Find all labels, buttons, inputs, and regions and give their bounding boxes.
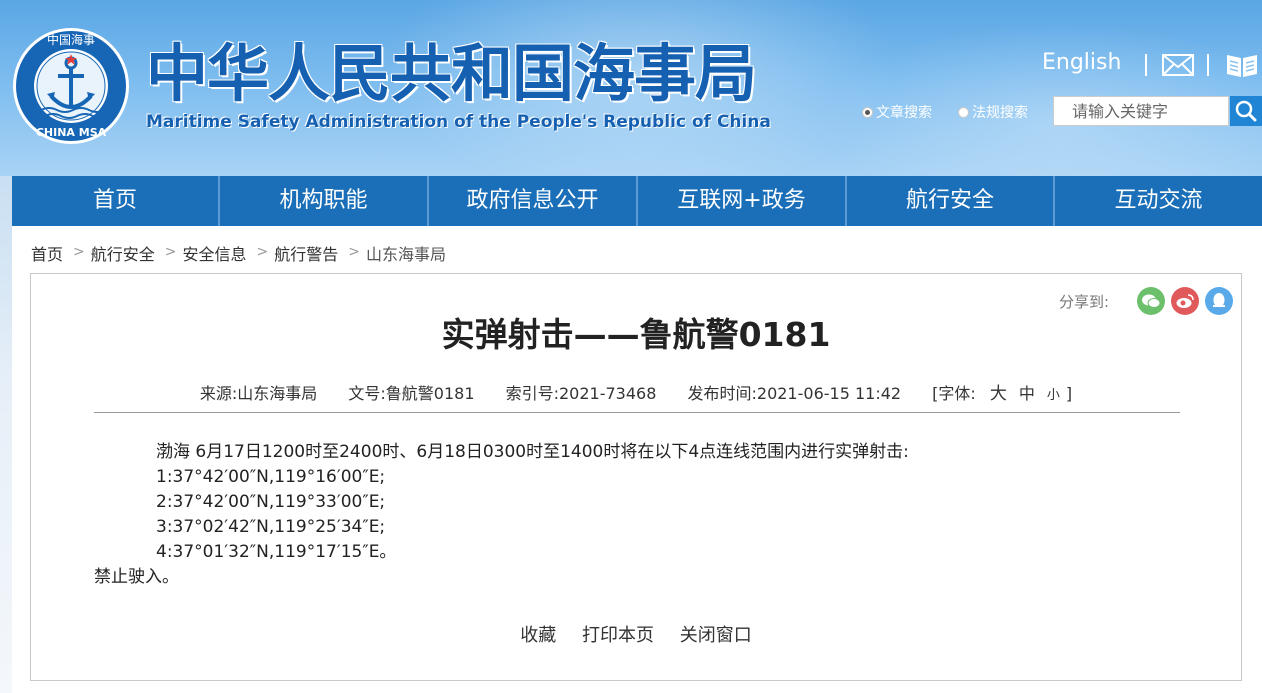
radio-label: 文章搜索	[876, 105, 932, 121]
body-closing: 禁止驶入。	[94, 567, 179, 587]
font-large-button[interactable]: 大	[990, 384, 1007, 404]
site-header: 中国海事 CHINA MSA 中华人民共和国海事局 Maritime Safet…	[0, 0, 1262, 176]
body-coordinate: 1:37°42′00″N,119°16′00″E;	[156, 467, 386, 487]
search-icon	[1235, 100, 1257, 122]
font-size-close: ]	[1065, 384, 1073, 403]
radio-dot	[958, 106, 969, 118]
article-body: 渤海 6月17日1200时至2400时、6月18日0300时至1400时将在以下…	[94, 440, 1194, 590]
divider	[94, 412, 1180, 413]
favorite-button[interactable]: 收藏	[520, 625, 556, 646]
font-small-button[interactable]: 小	[1047, 388, 1060, 403]
close-window-button[interactable]: 关闭窗口	[680, 625, 752, 646]
nav-item-functions[interactable]: 机构职能	[220, 176, 429, 226]
breadcrumb-nav-warning[interactable]: 航行警告	[274, 241, 338, 264]
meta-published: 发布时间:2021-06-15 11:42	[687, 384, 902, 403]
nav-item-gov-info[interactable]: 政府信息公开	[429, 176, 638, 226]
nav-item-e-gov[interactable]: 互联网+政务	[638, 176, 847, 226]
divider	[1145, 54, 1147, 76]
chevron-right-icon: >	[73, 244, 85, 260]
nav-item-home[interactable]: 首页	[12, 176, 220, 226]
radio-label: 法规搜索	[972, 105, 1028, 121]
radio-dot	[862, 106, 873, 118]
font-size-control: [字体: 大中小]	[932, 384, 1073, 404]
search-button[interactable]	[1230, 96, 1262, 126]
breadcrumb-safety-info[interactable]: 安全信息	[183, 241, 247, 264]
breadcrumb-home[interactable]: 首页	[31, 241, 63, 264]
breadcrumb-shandong-msa[interactable]: 山东海事局	[366, 241, 446, 264]
divider	[1207, 54, 1209, 76]
radio-law-search[interactable]: 法规搜索	[958, 102, 1028, 122]
search-input[interactable]	[1053, 96, 1229, 126]
mail-icon[interactable]	[1162, 54, 1194, 76]
body-coordinate: 4:37°01′32″N,119°17′15″E。	[156, 542, 397, 562]
chevron-right-icon: >	[256, 244, 269, 260]
body-coordinate: 2:37°42′00″N,119°33′00″E;	[156, 492, 386, 512]
main-nav: 首页 机构职能 政府信息公开 互联网+政务 航行安全 互动交流	[12, 176, 1262, 226]
emblem-text-bottom: CHINA MSA	[36, 126, 107, 139]
article-title: 实弹射击——鲁航警0181	[441, 315, 831, 354]
article-container: 分享到: 实弹射击——鲁航警0181 来源:山东海事局 文号:鲁航警0181 索…	[30, 273, 1242, 681]
body-coordinate: 3:37°02′42″N,119°25′34″E;	[156, 517, 386, 537]
meta-index-no: 索引号:2021-73468	[505, 384, 657, 403]
page-side-decor	[0, 176, 12, 693]
radio-article-search[interactable]: 文章搜索	[862, 102, 932, 122]
font-size-label: [字体:	[932, 384, 976, 403]
breadcrumb-navigation-safety[interactable]: 航行安全	[91, 241, 155, 264]
article-actions: 收藏 打印本页 关闭窗口	[31, 621, 1241, 647]
emblem-text-top: 中国海事	[47, 32, 95, 47]
book-icon[interactable]	[1225, 52, 1259, 78]
body-paragraph: 渤海 6月17日1200时至2400时、6月18日0300时至1400时将在以下…	[156, 442, 909, 462]
search-area: 文章搜索 法规搜索	[862, 96, 1262, 126]
top-links: English	[1042, 48, 1262, 82]
meta-doc-no: 文号:鲁航警0181	[348, 384, 475, 403]
chevron-right-icon: >	[348, 244, 360, 260]
print-button[interactable]: 打印本页	[582, 625, 654, 646]
font-medium-button[interactable]: 中	[1019, 384, 1035, 403]
english-link[interactable]: English	[1042, 50, 1121, 75]
site-subtitle: Maritime Safety Administration of the Pe…	[146, 112, 771, 132]
chevron-right-icon: >	[164, 244, 177, 260]
nav-item-interaction[interactable]: 互动交流	[1055, 176, 1262, 226]
nav-item-navigation-safety[interactable]: 航行安全	[847, 176, 1055, 226]
site-title[interactable]: 中华人民共和国海事局	[146, 38, 757, 110]
msa-emblem-icon[interactable]: 中国海事 CHINA MSA	[11, 26, 131, 146]
meta-source: 来源:山东海事局	[199, 384, 318, 403]
breadcrumb: 首页 > 航行安全 > 安全信息 > 航行警告 > 山东海事局	[31, 241, 446, 264]
article-meta: 来源:山东海事局 文号:鲁航警0181 索引号:2021-73468 发布时间:…	[31, 379, 1241, 404]
